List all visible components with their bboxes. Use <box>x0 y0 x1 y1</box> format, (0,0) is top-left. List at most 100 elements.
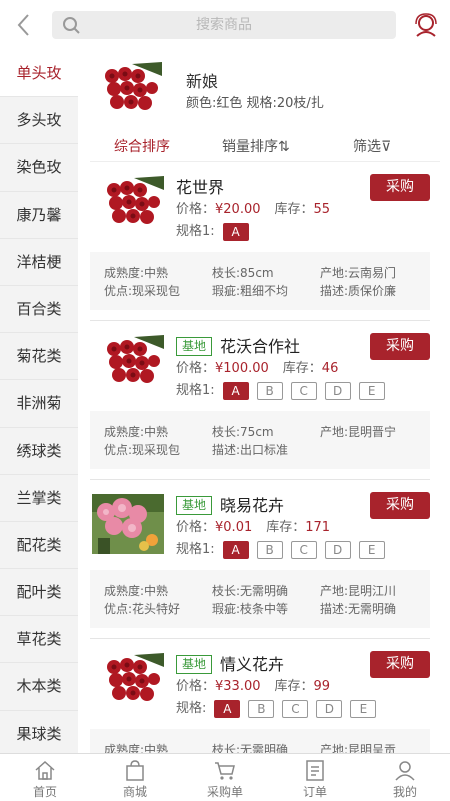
sidebar-item[interactable]: 康乃馨 <box>0 192 78 239</box>
sidebar-item[interactable]: 多头玫 <box>0 97 78 145</box>
sidebar-item[interactable]: 果球类 <box>0 711 78 753</box>
tab-home[interactable]: 首页 <box>0 754 90 801</box>
spec-option[interactable]: E <box>358 541 385 559</box>
filter-button[interactable]: 筛选⊽ <box>353 136 391 156</box>
stock-label: 库存： <box>274 202 314 217</box>
sidebar-item[interactable]: 草花类 <box>0 616 78 664</box>
search-bar[interactable]: 搜索商品 <box>52 11 396 39</box>
product-card[interactable]: 基地 情义花卉 采购价格：¥33.00 库存：99 规格: A B C D E 成熟度:中熟 枝长:无… <box>90 639 440 753</box>
tab-label: 采购单 <box>206 785 243 799</box>
product-attribute: 瑕疵:枝条中等 <box>212 602 289 616</box>
product-attribute: 成熟度:中熟 <box>104 743 169 753</box>
customer-service-icon[interactable] <box>413 12 439 38</box>
user-icon <box>395 761 415 781</box>
product-attribute: 产地:昆明呈贡 <box>320 743 397 753</box>
tab-label: 商城 <box>122 785 147 799</box>
base-badge: 基地 <box>176 496 213 515</box>
back-button[interactable] <box>12 10 36 40</box>
stock-value: 171 <box>305 520 331 535</box>
product-title: 基地 晓易花卉 <box>176 492 284 515</box>
category-title: 新娘 <box>186 72 219 91</box>
category-sidebar: 单头玫 多头玫 染色玫 康乃馨 洋桔梗 百合类 菊花类 非洲菊 绣球类 兰掌类 配花类 配叶类 草花类木… <box>0 50 78 753</box>
spec-option[interactable]: E <box>350 700 377 718</box>
rose-bouquet-image <box>104 176 164 228</box>
cart-icon <box>215 762 235 780</box>
sidebar-item[interactable]: 百合类 <box>0 286 78 334</box>
product-attribute: 枝长:75cm <box>212 425 274 439</box>
spec-option[interactable]: A <box>214 700 241 718</box>
sort-overall-button[interactable]: 综合排序 <box>114 136 170 156</box>
price-stock-line: 价格：¥20.00 库存：55 <box>176 198 330 217</box>
spec-option[interactable]: C <box>290 382 317 400</box>
price-value: ¥100.00 <box>215 361 269 376</box>
rose-bouquet-image <box>104 653 164 705</box>
base-badge: 基地 <box>176 337 213 356</box>
product-card[interactable]: 基地 花沃合作社 采购 价格：¥100.00 库存：46 规格1: A B C D E 成熟度:中熟 枝… <box>90 321 440 480</box>
product-card[interactable]: 基地 晓易花卉 采购 价格：¥0.01 库存：171 规格1: A B C D E 成熟度:中熟 枝长:… <box>90 480 440 639</box>
spec-label: 规格1: <box>176 224 215 239</box>
product-title: 花世界 <box>176 174 225 197</box>
purchase-button[interactable]: 采购 <box>370 651 430 678</box>
price-stock-line: 价格：¥33.00 库存：99 <box>176 675 330 694</box>
product-name: 花沃合作社 <box>220 337 301 356</box>
product-name: 花世界 <box>176 178 225 197</box>
purchase-button[interactable]: 采购 <box>370 492 430 519</box>
tab-order-list[interactable]: 订单 <box>270 754 360 801</box>
sidebar-item[interactable]: 单头玫 <box>0 50 78 98</box>
purchase-button[interactable]: 采购 <box>370 333 430 360</box>
spec-label: 规格: <box>176 701 207 716</box>
tab-shopping-bag[interactable]: 商城 <box>90 754 180 801</box>
price-label: 价格： <box>176 361 216 376</box>
price-stock-line: 价格：¥0.01 库存：171 <box>176 516 330 535</box>
spec-option[interactable]: C <box>290 541 317 559</box>
product-attribute: 成熟度:中熟 <box>104 584 169 598</box>
tab-cart[interactable]: 采购单 <box>180 754 270 801</box>
product-panel: 新娘 颜色:红色 规格:20枝/扎 综合排序 销量排序⇅ 筛选⊽ 花世界 采购 价格… <box>90 50 440 753</box>
price-value: ¥0.01 <box>215 520 253 535</box>
stock-label: 库存： <box>282 361 322 376</box>
sidebar-item[interactable]: 洋桔梗 <box>0 239 78 286</box>
spec-option[interactable]: D <box>324 541 351 559</box>
sidebar-item[interactable]: 配花类 <box>0 522 78 570</box>
spec-option[interactable]: A <box>222 223 249 241</box>
product-attributes: 成熟度:中熟 枝长:无需明确 产地:昆明呈贡 <box>90 729 430 753</box>
spec-line: 规格1: A B C D E <box>176 538 385 559</box>
spec-option[interactable]: E <box>358 382 385 400</box>
sidebar-item[interactable]: 非洲菊 <box>0 380 78 428</box>
spec-option[interactable]: B <box>248 700 275 718</box>
product-attribute: 成熟度:中熟 <box>104 425 169 439</box>
product-card[interactable]: 花世界 采购 价格：¥20.00 库存：55 规格1: A 成熟度:中熟 枝长:85cm 产地:… <box>90 162 440 321</box>
product-attribute: 枝长:无需明确 <box>212 584 289 598</box>
product-name: 情义花卉 <box>220 655 285 674</box>
purchase-button[interactable]: 采购 <box>370 174 430 201</box>
sidebar-item[interactable]: 兰掌类 <box>0 475 78 522</box>
sort-sales-button[interactable]: 销量排序⇅ <box>222 136 290 156</box>
stock-value: 55 <box>313 202 331 217</box>
search-input[interactable]: 搜索商品 <box>52 11 396 39</box>
spec-option[interactable]: D <box>324 382 351 400</box>
spec-option[interactable]: B <box>256 541 283 559</box>
tab-label: 首页 <box>32 785 57 799</box>
price-stock-line: 价格：¥100.00 库存：46 <box>176 357 338 376</box>
stock-label: 库存： <box>266 520 306 535</box>
product-attribute: 优点:现采现包 <box>104 284 181 298</box>
price-label: 价格： <box>176 679 216 694</box>
product-attribute: 瑕疵:粗细不均 <box>212 284 289 298</box>
spec-option[interactable]: A <box>222 382 249 400</box>
spec-option[interactable]: B <box>256 382 283 400</box>
base-badge: 基地 <box>176 655 213 674</box>
sidebar-item[interactable]: 绣球类 <box>0 428 78 475</box>
sidebar-item[interactable]: 木本类 <box>0 663 78 711</box>
price-label: 价格： <box>176 202 216 217</box>
spec-option[interactable]: D <box>316 700 343 718</box>
tab-label: 我的 <box>392 785 417 799</box>
sidebar-item[interactable]: 菊花类 <box>0 333 78 381</box>
spec-option[interactable]: C <box>282 700 309 718</box>
mixed-flower-image <box>92 494 164 554</box>
spec-option[interactable]: A <box>222 541 249 559</box>
sidebar-item[interactable]: 配叶类 <box>0 569 78 617</box>
product-attribute: 枝长:85cm <box>212 266 274 280</box>
tab-user[interactable]: 我的 <box>360 754 450 801</box>
sidebar-item[interactable]: 染色玫 <box>0 144 78 192</box>
sort-bar: 综合排序 销量排序⇅ 筛选⊽ <box>90 130 440 162</box>
